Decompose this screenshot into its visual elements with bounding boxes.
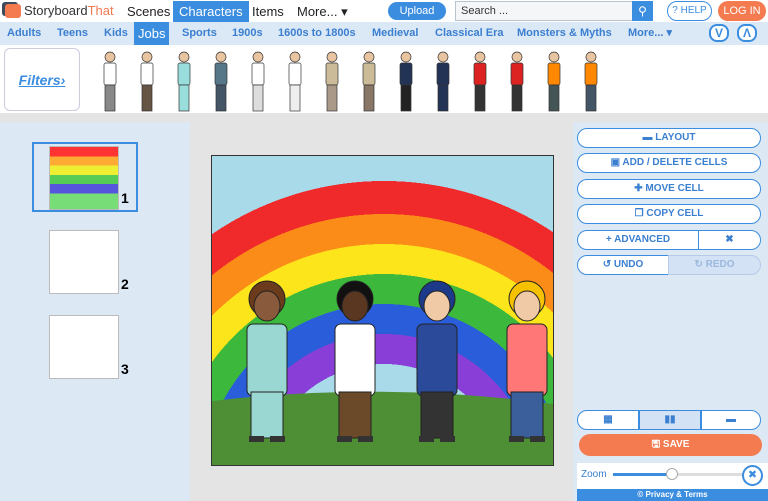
character-option[interactable] — [135, 49, 159, 113]
cell-thumbnail-3[interactable] — [49, 315, 119, 379]
scene-character[interactable] — [246, 280, 288, 442]
nav-items[interactable]: Items — [246, 1, 290, 22]
zoom-fit-icon[interactable]: ✖ — [742, 465, 763, 486]
category-monsters-myths[interactable]: Monsters & Myths — [517, 22, 612, 45]
fullscreen-icon[interactable]: ✖ — [698, 230, 761, 250]
logo[interactable]: Storyboard That — [5, 3, 114, 18]
undo-button[interactable]: ↺ UNDO — [577, 255, 669, 275]
logo-text-2: That — [87, 3, 114, 18]
scene-character[interactable] — [334, 280, 376, 442]
character-option[interactable] — [542, 49, 566, 113]
chevron-up-icon[interactable]: Λ — [737, 24, 757, 42]
category-classical-era[interactable]: Classical Era — [435, 22, 504, 45]
cell-thumbnail-1[interactable] — [49, 146, 119, 210]
logo-icon — [5, 3, 21, 18]
layout-rows-icon[interactable]: ▬ — [701, 410, 761, 430]
category-kids[interactable]: Kids — [104, 22, 128, 45]
logo-text: Storyboard — [24, 3, 88, 18]
copy-cell-button[interactable]: ❐ COPY CELL — [577, 204, 761, 224]
category-jobs[interactable]: Jobs — [134, 22, 170, 45]
save-button[interactable]: 🖫 SAVE — [579, 434, 762, 456]
move-cell-button[interactable]: ✚ MOVE CELL — [577, 179, 761, 199]
character-option[interactable] — [320, 49, 344, 113]
category-1900s[interactable]: 1900s — [232, 22, 263, 45]
zoom-slider[interactable] — [613, 468, 743, 480]
copy-label: COPY CELL — [646, 208, 704, 219]
character-option[interactable] — [394, 49, 418, 113]
character-option[interactable] — [246, 49, 270, 113]
category-sports[interactable]: Sports — [182, 22, 217, 45]
zoom-label: Zoom — [581, 469, 607, 480]
layout-grid-icon[interactable]: ▦ — [577, 410, 639, 430]
scene-character[interactable] — [506, 280, 548, 442]
scene-character[interactable] — [416, 280, 458, 442]
search-input[interactable]: Search ... — [455, 1, 653, 21]
redo-button[interactable]: ↻ REDO — [668, 255, 761, 275]
upload-button[interactable]: Upload — [388, 2, 446, 20]
chevron-down-icon[interactable]: V — [709, 24, 729, 42]
privacy-terms-link[interactable]: © Privacy & Terms — [577, 489, 768, 501]
category-adults[interactable]: Adults — [7, 22, 41, 45]
move-label: MOVE CELL — [645, 183, 704, 194]
save-label: SAVE — [662, 439, 690, 450]
character-option[interactable] — [283, 49, 307, 113]
category-1600s-1800s[interactable]: 1600s to 1800s — [278, 22, 356, 45]
category-teens[interactable]: Teens — [57, 22, 88, 45]
category-bar: Adults Teens Kids Jobs Sports 1900s 1600… — [0, 22, 768, 45]
layout-label: LAYOUT — [655, 132, 696, 143]
character-option[interactable] — [431, 49, 455, 113]
search-icon[interactable]: ⚲ — [632, 1, 653, 21]
category-medieval[interactable]: Medieval — [372, 22, 418, 45]
filters-button[interactable]: Filters› — [4, 48, 80, 111]
nav-scenes[interactable]: Scenes — [121, 1, 176, 22]
character-option[interactable] — [468, 49, 492, 113]
add-delete-cells-button[interactable]: ▣ ADD / DELETE CELLS — [577, 153, 761, 173]
cell-thumbnail-2[interactable] — [49, 230, 119, 294]
top-bar: Storyboard That Scenes Characters Items M… — [0, 0, 768, 22]
zoom-control: Zoom ✖ — [577, 463, 768, 489]
character-option[interactable] — [172, 49, 196, 113]
zoom-slider-handle[interactable] — [665, 468, 678, 480]
character-option[interactable] — [505, 49, 529, 113]
cell-number: 1 — [121, 190, 129, 206]
cell-number: 2 — [121, 276, 129, 292]
advanced-button[interactable]: + ADVANCED — [577, 230, 699, 250]
character-library: Filters› — [0, 45, 768, 117]
help-button[interactable]: ? HELP — [667, 1, 712, 21]
character-option[interactable] — [579, 49, 603, 113]
character-option[interactable] — [357, 49, 381, 113]
character-option[interactable] — [209, 49, 233, 113]
layout-button[interactable]: ▬ LAYOUT — [577, 128, 761, 148]
rainbow-scene — [212, 280, 553, 465]
layout-columns-icon[interactable]: ▮▮ — [639, 410, 701, 430]
add-delete-label: ADD / DELETE CELLS — [622, 157, 728, 168]
nav-more[interactable]: More... ▾ — [291, 1, 354, 22]
redo-label: REDO — [705, 259, 735, 270]
undo-label: UNDO — [613, 259, 644, 270]
cell-number: 3 — [121, 361, 129, 377]
category-more[interactable]: More... ▾ — [628, 22, 672, 45]
character-option[interactable] — [98, 49, 122, 113]
nav-characters[interactable]: Characters — [173, 1, 249, 22]
login-button[interactable]: LOG IN — [718, 1, 766, 21]
zoom-slider-fill — [613, 473, 672, 476]
advanced-label: ADVANCED — [614, 234, 671, 245]
storyboard-canvas[interactable] — [211, 155, 554, 466]
